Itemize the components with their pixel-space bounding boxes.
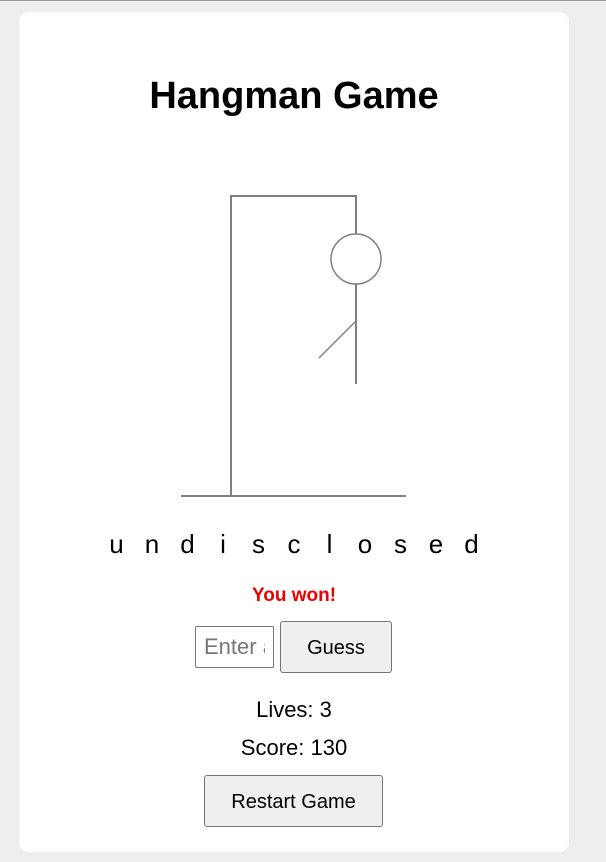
word-letter: s <box>252 529 265 559</box>
score-text: Score: 130 <box>240 735 348 760</box>
hangman-drawing <box>181 195 406 497</box>
word-letter: o <box>357 529 373 559</box>
word-letter: s <box>394 529 407 559</box>
word-letter: n <box>144 529 160 559</box>
word-letter: c <box>287 529 301 559</box>
restart-button[interactable]: Restart Game <box>204 775 383 827</box>
hangman-head <box>330 233 382 285</box>
guess-button[interactable]: Guess <box>280 621 392 673</box>
top-border <box>0 0 606 1</box>
word-letter: i <box>220 529 226 559</box>
status-message: You won! <box>251 585 337 606</box>
word-letter: l <box>326 529 333 559</box>
game-card: Hangman Game undisclosed You won! Guess … <box>19 12 569 852</box>
word-display: undisclosed <box>19 526 569 562</box>
hangman-left-arm <box>318 320 357 359</box>
word-letter: e <box>428 529 444 559</box>
guess-input[interactable] <box>195 626 274 668</box>
word-letter: u <box>109 529 124 559</box>
word-letter: d <box>180 529 195 559</box>
lives-text: Lives: 3 <box>256 697 332 722</box>
word-letter: d <box>464 529 479 559</box>
